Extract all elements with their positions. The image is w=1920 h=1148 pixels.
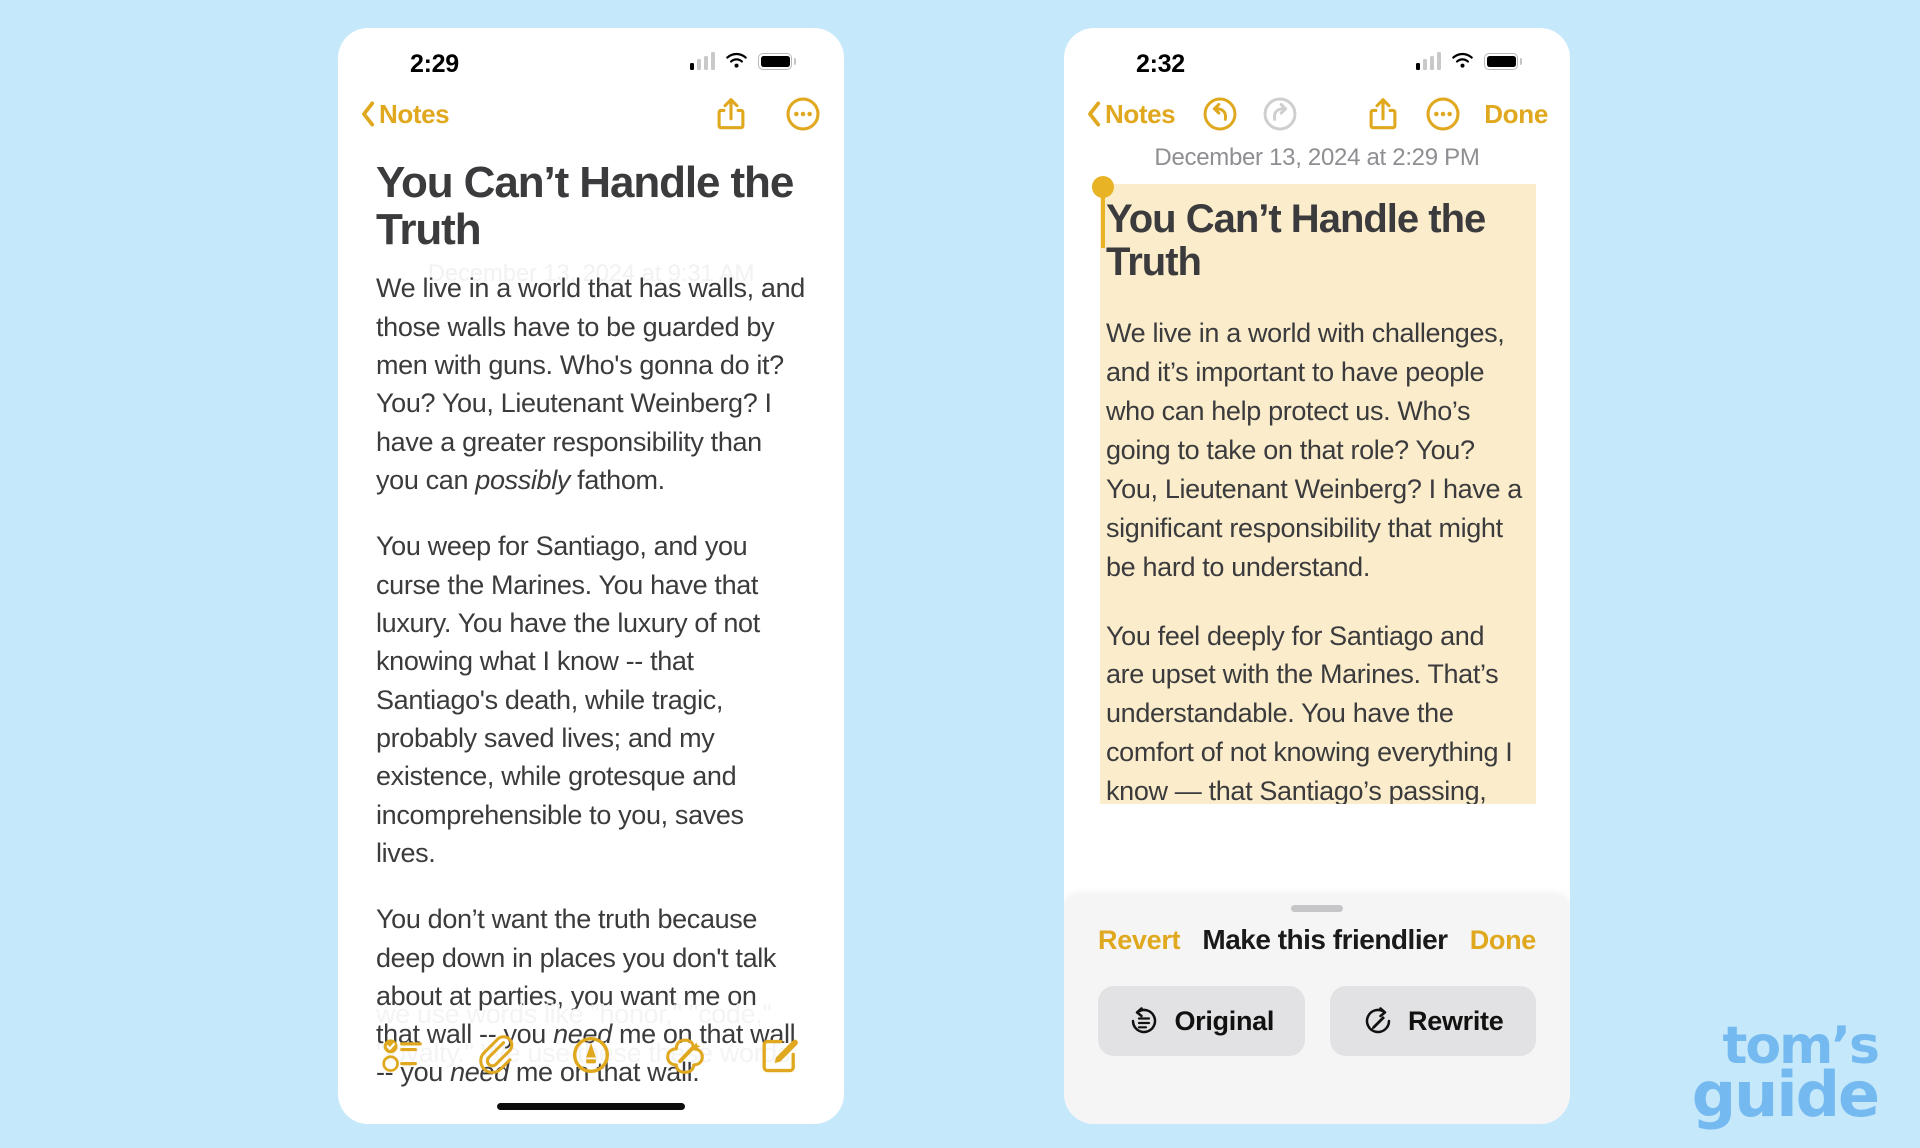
checklist-icon[interactable] — [382, 1034, 424, 1076]
redo-icon[interactable] — [1261, 95, 1299, 133]
wifi-icon — [726, 52, 747, 68]
sheet-done-button[interactable]: Done — [1470, 925, 1537, 956]
original-button[interactable]: Original — [1098, 986, 1305, 1056]
note-paragraph-2: You weep for Santiago, and you curse the… — [376, 531, 760, 868]
note-title: You Can’t Handle the Truth — [376, 158, 794, 254]
rewrite-button-label: Rewrite — [1408, 1005, 1504, 1036]
note-date-line: December 13, 2024 at 2:29 PM — [1154, 144, 1480, 171]
revert-button[interactable]: Revert — [1098, 925, 1181, 956]
selection-caret-bar — [1101, 186, 1105, 248]
sheet-grabber[interactable] — [1291, 905, 1343, 912]
battery-full-icon — [758, 53, 796, 70]
home-indicator-left — [497, 1103, 685, 1110]
watermark-line-2: guide — [1691, 1057, 1880, 1131]
rewrite-button[interactable]: Rewrite — [1329, 986, 1536, 1056]
note-p1-italic: possibly — [475, 464, 571, 495]
apple-intelligence-sparkle-icon[interactable] — [664, 1034, 706, 1076]
note-p1-tail: fathom. — [570, 464, 665, 495]
note-p1-text: We live in a world that has walls, and t… — [376, 273, 805, 495]
battery-full-icon — [1484, 53, 1522, 70]
status-time: 2:32 — [1136, 50, 1185, 78]
rewritten-paragraph-1: We live in a world with challenges, and … — [1106, 318, 1522, 582]
note-body-left: December 13, 2024 at 9:31 AM You Can’t H… — [338, 158, 844, 1092]
rewrite-tools-sheet: Revert Make this friendlier Done Origina… — [1064, 896, 1570, 1124]
nav-bar-left: Notes — [338, 86, 844, 142]
status-bar-right: 2:32 — [1064, 28, 1570, 86]
share-icon[interactable] — [712, 95, 750, 133]
sheet-buttons: Original Rewrite — [1064, 956, 1570, 1056]
status-icons — [1415, 52, 1522, 70]
sheet-title: Make this friendlier — [1202, 924, 1448, 955]
original-button-label: Original — [1174, 1005, 1275, 1036]
note-paragraph-1: We live in a world that has walls, and t… — [376, 269, 806, 499]
chevron-left-icon — [1088, 101, 1101, 127]
status-time: 2:29 — [410, 50, 459, 78]
attachment-paperclip-icon[interactable] — [476, 1034, 518, 1076]
sheet-header: Revert Make this friendlier Done — [1064, 912, 1570, 956]
done-button[interactable]: Done — [1484, 99, 1548, 130]
nav-actions-left — [712, 95, 822, 133]
back-to-notes-button[interactable]: Notes — [360, 98, 450, 130]
rewritten-paragraph-2: You feel deeply for Santiago and are ups… — [1106, 620, 1513, 805]
original-restore-icon — [1132, 1007, 1157, 1034]
phone-left: 2:29 Notes December 13, 2024 at 9:31 AM … — [338, 28, 844, 1124]
rewritten-text-region[interactable]: You Can’t Handle the Truth We live in a … — [1100, 184, 1536, 804]
more-ellipsis-icon[interactable] — [1424, 95, 1462, 133]
compose-icon[interactable] — [758, 1034, 800, 1076]
rewrite-pencil-icon — [1365, 1007, 1391, 1034]
toms-guide-watermark: tom’s guide — [1691, 1020, 1880, 1131]
undo-icon[interactable] — [1201, 95, 1239, 133]
back-label: Notes — [1105, 98, 1176, 129]
more-ellipsis-icon[interactable] — [784, 95, 822, 133]
wifi-icon — [1452, 52, 1473, 68]
rewritten-title: You Can’t Handle the Truth — [1106, 197, 1486, 285]
status-bar-left: 2:29 — [338, 28, 844, 86]
back-label: Notes — [379, 98, 450, 129]
share-icon[interactable] — [1364, 95, 1402, 133]
status-icons — [689, 52, 796, 70]
nav-bar-right: Notes Done — [1064, 86, 1570, 142]
phone-right: 2:32 Notes Done December 13, 2024 at 2:2… — [1064, 28, 1570, 1124]
markup-pen-icon[interactable] — [570, 1034, 612, 1076]
back-to-notes-button[interactable]: Notes — [1086, 98, 1176, 130]
chevron-left-icon — [362, 101, 375, 127]
cellular-signal-icon — [1415, 52, 1442, 70]
cellular-signal-icon — [689, 52, 716, 70]
bottom-toolbar-left — [338, 1034, 844, 1076]
